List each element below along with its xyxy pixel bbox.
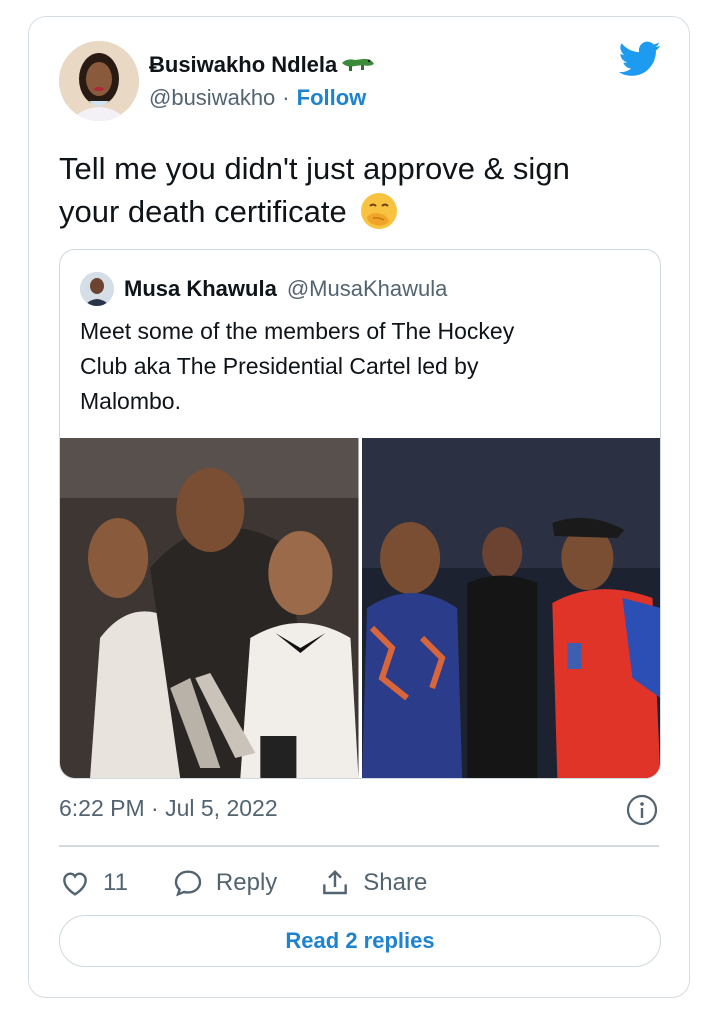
media-photo-1[interactable] bbox=[60, 438, 359, 778]
author-handle-row: @busiwakho · Follow bbox=[149, 85, 366, 111]
share-button[interactable]: Share bbox=[319, 867, 427, 899]
quoted-text-line1: Meet some of the members of The Hockey bbox=[80, 318, 515, 344]
reply-button[interactable]: Reply bbox=[172, 867, 277, 899]
quoted-author-avatar[interactable] bbox=[80, 272, 114, 306]
quoted-media bbox=[60, 438, 660, 778]
author-display-name[interactable]: Ƀusiwakho Ndlela bbox=[149, 52, 337, 78]
share-icon bbox=[323, 869, 348, 895]
quoted-author-handle[interactable]: @MusaKhawula bbox=[287, 276, 448, 302]
quoted-text-line3: Malombo. bbox=[80, 388, 181, 414]
quoted-tweet[interactable]: Musa Khawula @MusaKhawula Meet some of t… bbox=[59, 249, 661, 779]
crocodile-emoji-icon bbox=[341, 51, 375, 78]
quoted-tweet-header: Musa Khawula @MusaKhawula bbox=[80, 272, 447, 306]
reply-label: Reply bbox=[215, 869, 278, 896]
tweet-text-line2: your death certificate bbox=[59, 194, 347, 229]
reply-bubble-icon bbox=[174, 870, 202, 897]
divider bbox=[59, 845, 659, 847]
tweet-timestamp[interactable]: 6:22 PM · Jul 5, 2022 bbox=[59, 795, 278, 822]
follow-button[interactable]: Follow bbox=[297, 85, 367, 111]
heart-icon bbox=[63, 872, 87, 896]
separator-dot: · bbox=[282, 85, 290, 110]
author-avatar[interactable] bbox=[59, 41, 139, 121]
twitter-bird-icon[interactable] bbox=[619, 41, 661, 77]
media-photo-2[interactable] bbox=[361, 438, 660, 778]
share-label: Share bbox=[363, 869, 428, 896]
face-with-hand-over-mouth-emoji-icon bbox=[359, 191, 399, 231]
like-count: 11 bbox=[103, 869, 128, 896]
tweet-card: Ƀusiwakho Ndlela @busiwakho · Follow Tel… bbox=[28, 16, 690, 998]
quoted-tweet-text: Meet some of the members of The Hockey C… bbox=[80, 314, 640, 419]
action-bar: 11 Reply Share bbox=[59, 863, 427, 903]
author-name-row: Ƀusiwakho Ndlela bbox=[149, 51, 375, 78]
author-handle[interactable]: @busiwakho bbox=[149, 85, 275, 111]
like-button[interactable]: 11 bbox=[59, 867, 128, 899]
tweet-text: Tell me you didn't just approve & sign y… bbox=[59, 147, 659, 233]
quoted-text-line2: Club aka The Presidential Cartel led by bbox=[80, 353, 479, 379]
tweet-text-line1: Tell me you didn't just approve & sign bbox=[59, 151, 570, 186]
read-replies-button[interactable]: Read 2 replies bbox=[59, 915, 661, 967]
quoted-author-name[interactable]: Musa Khawula bbox=[124, 276, 277, 302]
info-icon[interactable] bbox=[625, 793, 659, 827]
